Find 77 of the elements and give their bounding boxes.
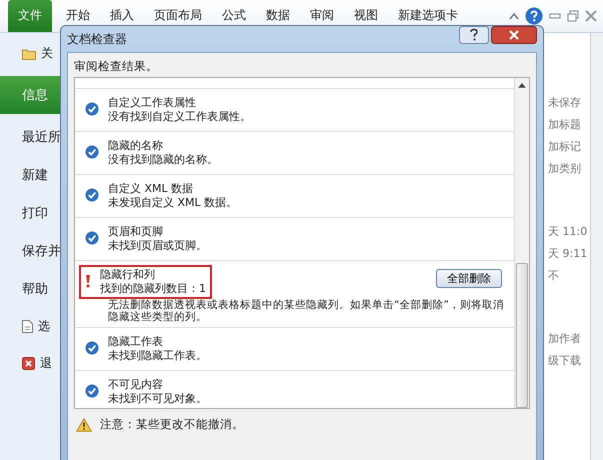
info-text: 加作者 (548, 331, 582, 346)
warning-text: 注意：某些更改不能撤消。 (100, 417, 244, 432)
info-text: 天 9:11 (548, 246, 588, 261)
info-text: 加标记 (548, 139, 582, 154)
result-detail: 未找到不可见对象。 (108, 392, 207, 406)
exit-icon (22, 357, 35, 370)
check-icon (85, 384, 99, 398)
check-icon (85, 341, 99, 355)
close-icon[interactable] (585, 10, 597, 22)
result-title: 自定义 XML 数据 (108, 182, 194, 196)
backstage-menu-item[interactable]: 关 (0, 39, 62, 68)
dialog-title: 文档检查器 (67, 30, 127, 48)
scroll-thumb[interactable] (516, 262, 528, 408)
ribbon-tab[interactable]: 页面布局 (144, 7, 212, 32)
info-text: 未保存 (548, 95, 582, 110)
ribbon-tab[interactable]: 新建选项卡 (388, 7, 468, 32)
remove-all-button[interactable]: 全部删除 (436, 269, 502, 288)
close-button[interactable] (491, 26, 537, 44)
minimize-icon[interactable] (549, 12, 561, 20)
help-icon[interactable] (525, 7, 543, 25)
result-title: 隐藏工作表 (108, 335, 164, 349)
ribbon-tab[interactable]: 开始 (56, 7, 100, 32)
backstage-menu-item[interactable]: 新建 (0, 160, 62, 190)
result-detail: 未找到隐藏工作表。 (108, 349, 207, 363)
backstage-menu-item[interactable]: 最近所 (0, 122, 62, 152)
result-detail: 没有找到隐藏的名称。 (108, 153, 218, 167)
collapse-ribbon-icon[interactable] (509, 12, 519, 20)
menu-label: 保存并 (22, 243, 61, 260)
check-icon (85, 188, 99, 202)
menu-label: 选 (38, 318, 50, 335)
menu-label: 退 (40, 355, 52, 372)
backstage-menu-item[interactable]: 选 (0, 312, 62, 341)
ribbon-tab[interactable]: 文件 (8, 0, 52, 32)
ribbon-tab[interactable]: 视图 (344, 7, 388, 32)
backstage-menu-item[interactable]: 打印 (0, 198, 62, 228)
ribbon-tab[interactable]: 公式 (212, 7, 256, 32)
result-title: 隐藏的名称 (108, 139, 164, 153)
backstage-menu-item[interactable]: 信息 (0, 76, 62, 114)
menu-label: 信息 (22, 87, 48, 104)
menu-label: 最近所 (22, 129, 61, 146)
result-title: 自定义工作表属性 (108, 96, 197, 110)
info-text: 加标题 (548, 117, 582, 132)
info-text: 天 11:0 (548, 224, 588, 239)
result-detail: 没有找到自定义工作表属性。 (108, 110, 251, 124)
menu-label: 帮助 (22, 281, 48, 298)
folder-icon (22, 48, 36, 60)
ribbon-tab[interactable]: 数据 (256, 7, 300, 32)
backstage-menu-item[interactable]: 退 (0, 349, 62, 378)
exclamation-icon (85, 274, 91, 288)
result-title: 页眉和页脚 (108, 225, 164, 239)
scrollbar[interactable] (590, 33, 603, 460)
result-detail: 未找到页眉或页脚。 (108, 239, 207, 253)
backstage-menu-item[interactable]: 帮助 (0, 274, 62, 304)
result-detail: 未发现自定义 XML 数据。 (108, 196, 238, 210)
check-icon (85, 102, 99, 116)
menu-label: 打印 (22, 205, 48, 222)
warning-icon (76, 418, 92, 432)
results-heading: 审阅检查结果。 (74, 59, 159, 74)
scrollbar[interactable] (514, 78, 529, 408)
result-note: 无法删除数据透视表或表格标题中的某些隐藏列。如果单击“全部删除”，则将取消隐藏这些类型的列。 (107, 299, 505, 323)
ribbon-tab[interactable]: 审阅 (300, 7, 344, 32)
check-icon (85, 231, 99, 245)
info-text: 加类别 (548, 161, 582, 176)
document-icon (22, 320, 33, 333)
restore-icon[interactable] (567, 10, 579, 22)
result-detail: 找到的隐藏列数目：1 (100, 282, 206, 296)
result-title: 不可见内容 (108, 378, 164, 392)
menu-label: 关 (41, 45, 53, 62)
info-text: 不 (548, 268, 560, 283)
help-button[interactable] (459, 26, 489, 44)
scroll-up-icon[interactable] (518, 83, 526, 88)
ribbon-tab[interactable]: 插入 (100, 7, 144, 32)
backstage-menu-item[interactable]: 保存并 (0, 236, 62, 266)
info-text: 级下载 (548, 353, 582, 368)
menu-label: 新建 (22, 167, 48, 184)
check-icon (85, 145, 99, 159)
result-title: 隐藏行和列 (100, 268, 156, 282)
